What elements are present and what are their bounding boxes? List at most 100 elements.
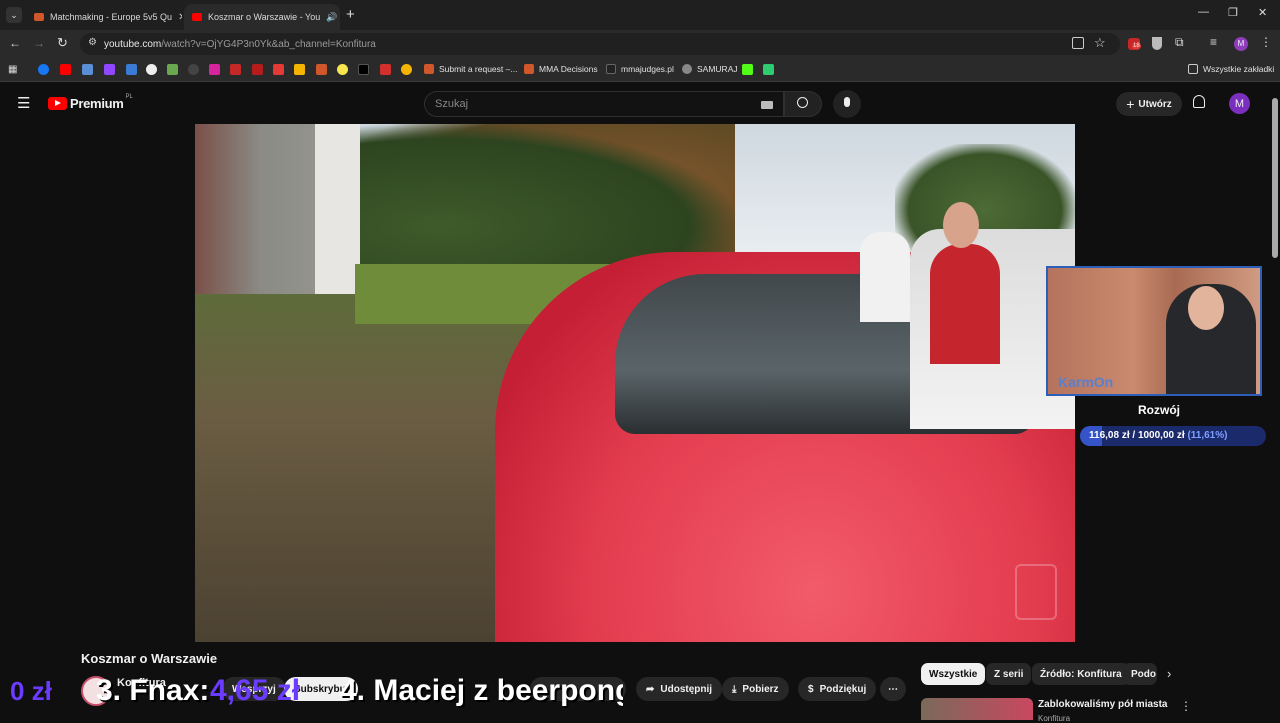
recommendation-menu-icon[interactable]: ⋮ <box>1180 699 1192 713</box>
hamburger-menu-icon[interactable]: ☰ <box>17 94 30 112</box>
extension-badge-icon[interactable]: 18 <box>1128 38 1141 50</box>
bookmark-mma-decisions[interactable]: MMA Decisions <box>524 64 598 74</box>
kick-icon[interactable] <box>742 64 753 75</box>
minimize-button[interactable]: — <box>1198 6 1209 18</box>
close-window-button[interactable]: ✕ <box>1258 6 1267 19</box>
bookmark-icon[interactable] <box>401 64 412 75</box>
search-placeholder: Szukaj <box>435 98 469 110</box>
video-player[interactable] <box>195 124 1075 642</box>
thanks-button[interactable]: $ Podziękuj <box>798 677 877 701</box>
instagram-icon[interactable] <box>209 64 220 75</box>
install-app-icon[interactable] <box>1072 37 1084 49</box>
chip-series[interactable]: Z serii <box>986 663 1032 685</box>
close-tab-icon[interactable]: ✕ <box>337 12 340 23</box>
plus-icon: + <box>1126 96 1135 112</box>
chips-next-icon[interactable]: › <box>1167 666 1171 681</box>
more-actions-button[interactable]: ⋯ <box>880 677 906 701</box>
extensions-puzzle-icon[interactable]: ⧉ <box>1175 35 1184 50</box>
google-icon[interactable] <box>146 64 157 75</box>
chip-label: Podo <box>1131 668 1156 680</box>
tab-matchmaking[interactable]: Matchmaking - Europe 5v5 Qu ✕ <box>26 4 182 30</box>
bookmark-icon[interactable] <box>167 64 178 75</box>
search-input[interactable]: Szukaj <box>424 91 784 117</box>
ticker-entry-3: 3. Fnax: <box>96 674 210 707</box>
bookmark-icon[interactable] <box>273 64 284 75</box>
ticker-left-amount: 0 zł <box>10 676 52 706</box>
account-avatar[interactable]: M <box>1229 93 1250 114</box>
bookmark-submit-request[interactable]: Submit a request –... <box>424 64 517 74</box>
x-twitter-icon[interactable] <box>358 64 369 75</box>
folder-icon <box>1188 64 1198 74</box>
page-scrollbar[interactable] <box>1270 82 1280 720</box>
bookmark-icon[interactable] <box>126 64 137 75</box>
video-scene-person-head <box>943 202 979 248</box>
recommendation-thumbnail[interactable] <box>921 698 1033 720</box>
create-label: Utwórz <box>1138 98 1172 110</box>
audio-playing-icon[interactable]: 🔊 <box>326 12 337 23</box>
youtube-icon[interactable] <box>60 64 71 75</box>
back-icon[interactable]: ← <box>9 36 21 50</box>
share-icon: ➦ <box>646 683 655 695</box>
goal-percent: (11,61%) <box>1187 430 1228 441</box>
bookmark-icon[interactable] <box>294 64 305 75</box>
bookmark-icon[interactable] <box>82 64 93 75</box>
bookmark-icon[interactable] <box>188 64 199 75</box>
browser-menu-icon[interactable]: ⋮ <box>1260 35 1272 49</box>
bookmark-label: Submit a request –... <box>439 64 518 74</box>
bookmark-icon[interactable] <box>380 64 391 75</box>
voice-search-button[interactable] <box>833 90 861 118</box>
share-button[interactable]: ➦ Udostępnij <box>636 677 723 701</box>
search-button[interactable] <box>784 91 822 117</box>
bookmark-samuraj[interactable]: SAMURAJ <box>682 64 738 74</box>
bookmark-icon[interactable] <box>230 64 241 75</box>
tab-search-icon[interactable]: ⌄ <box>6 7 22 23</box>
download-button[interactable]: ⤓ Pobierz <box>722 677 789 701</box>
share-label: Udostępnij <box>660 683 713 695</box>
facebook-icon[interactable] <box>38 64 49 75</box>
microphone-icon <box>844 97 850 107</box>
url-path: /watch?v=OjYG4P3n0Yk&ab_channel=Konfitur… <box>161 38 376 50</box>
reload-icon[interactable]: ↻ <box>57 35 68 51</box>
bookmark-mmajudges[interactable]: mmajudges.pl <box>606 64 674 74</box>
chip-source[interactable]: Źródło: Konfitura <box>1032 663 1130 685</box>
video-scene-wall-side <box>315 124 360 314</box>
profile-avatar[interactable]: M <box>1234 37 1248 51</box>
recommendation-channel: Konfitura <box>1038 714 1071 723</box>
all-bookmarks-label: Wszystkie zakładki <box>1203 64 1275 74</box>
scrollbar-thumb[interactable] <box>1272 98 1278 258</box>
address-bar[interactable]: ⚙ youtube.com/watch?v=OjYG4P3n0Yk&ab_cha… <box>80 33 1120 55</box>
chip-all[interactable]: Wszystkie <box>921 663 986 685</box>
site-info-icon[interactable]: ⚙ <box>88 37 97 48</box>
browser-toolbar: ← → ↻ ⚙ youtube.com/watch?v=OjYG4P3n0Yk&… <box>0 30 1280 58</box>
recommendation-title[interactable]: Zablokowaliśmy pół miasta <box>1038 699 1167 710</box>
bookmark-icon[interactable] <box>763 64 774 75</box>
download-label: Pobierz <box>742 683 779 695</box>
keyboard-icon[interactable] <box>761 101 773 109</box>
bookmark-star-icon[interactable]: ☆ <box>1094 35 1106 51</box>
close-tab-icon[interactable]: ✕ <box>172 12 182 23</box>
tab-koszmar[interactable]: Koszmar o Warszawie - You 🔊 ✕ <box>184 4 340 30</box>
media-controls-icon[interactable]: ≡ <box>1210 35 1217 49</box>
bookmark-label: mmajudges.pl <box>621 64 674 74</box>
shield-icon[interactable] <box>1152 37 1162 50</box>
bookmark-icon[interactable] <box>337 64 348 75</box>
tab-title: Matchmaking - Europe 5v5 Qu <box>50 12 173 22</box>
bookmark-icon[interactable] <box>316 64 327 75</box>
bookmark-icon[interactable] <box>252 64 263 75</box>
notifications-bell-icon[interactable] <box>1193 95 1205 108</box>
bookmarks-bar: ▦ Submit a request –... MMA Decisions mm… <box>0 58 1280 82</box>
chip-similar[interactable]: Podo <box>1123 663 1157 685</box>
channel-watermark-icon[interactable] <box>1015 564 1057 620</box>
youtube-logo[interactable]: Premium PL <box>48 94 133 111</box>
new-tab-button[interactable]: + <box>346 6 355 23</box>
all-bookmarks-folder[interactable]: Wszystkie zakładki <box>1188 64 1274 74</box>
apps-grid-icon[interactable]: ▦ <box>8 64 17 75</box>
restore-button[interactable]: ❐ <box>1228 6 1238 19</box>
video-scene-person-red <box>930 244 1000 364</box>
youtube-play-icon <box>48 97 67 110</box>
create-button[interactable]: + Utwórz <box>1116 92 1182 116</box>
donation-goal-title: Rozwój <box>1138 403 1180 417</box>
forward-icon[interactable]: → <box>33 36 45 50</box>
more-icon: ⋯ <box>888 683 898 695</box>
twitch-icon[interactable] <box>104 64 115 75</box>
